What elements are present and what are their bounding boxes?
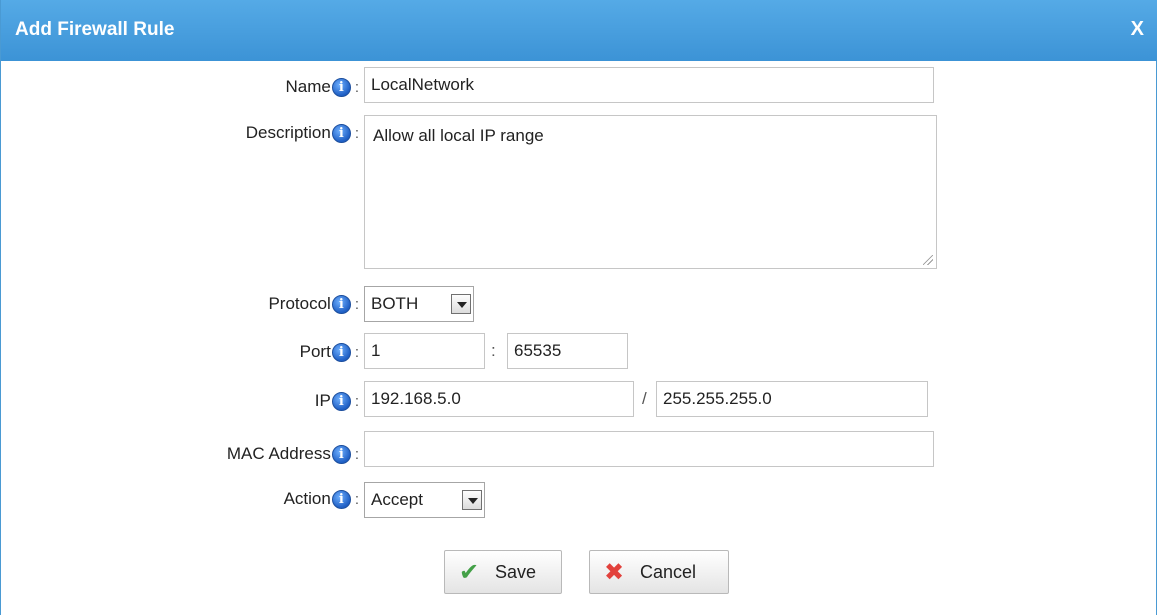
port-label-row: Port i : <box>61 339 359 365</box>
colon: : <box>354 124 359 142</box>
description-label: Description <box>245 123 331 142</box>
colon: : <box>354 295 359 313</box>
colon: : <box>354 392 359 410</box>
port-from-input[interactable] <box>364 333 485 369</box>
info-icon[interactable]: i <box>331 391 351 411</box>
colon: : <box>354 78 359 96</box>
cancel-button[interactable]: ✖ Cancel <box>589 550 729 594</box>
port-separator: : <box>491 341 496 360</box>
cross-icon: ✖ <box>603 558 625 586</box>
port-to-input[interactable] <box>507 333 628 369</box>
protocol-value: BOTH <box>371 294 419 313</box>
info-icon[interactable]: i <box>331 123 351 143</box>
dialog-titlebar: Add Firewall Rule X <box>1 0 1157 61</box>
info-icon[interactable]: i <box>331 444 351 464</box>
info-icon[interactable]: i <box>331 489 351 509</box>
checkmark-icon: ✔ <box>458 558 480 586</box>
protocol-select[interactable]: BOTH <box>364 286 474 322</box>
name-input[interactable] <box>364 67 934 103</box>
close-button[interactable]: X <box>1131 18 1144 41</box>
colon: : <box>354 445 359 463</box>
protocol-label: Protocol <box>268 294 331 313</box>
save-button-label: Save <box>495 561 537 582</box>
chevron-down-icon[interactable] <box>462 490 482 510</box>
resize-grip-icon[interactable] <box>923 255 933 265</box>
mac-address-label: MAC Address <box>226 444 331 463</box>
add-firewall-rule-dialog: Add Firewall Rule X Name i : Description… <box>0 0 1157 615</box>
chevron-down-icon[interactable] <box>451 294 471 314</box>
mac-label-row: MAC Address i : <box>61 441 359 467</box>
cancel-button-label: Cancel <box>640 561 697 582</box>
action-label-row: Action i : <box>61 486 359 512</box>
protocol-label-row: Protocol i : <box>61 291 359 317</box>
ip-separator: / <box>642 389 647 408</box>
mac-address-input[interactable] <box>364 431 934 467</box>
port-label: Port <box>299 342 331 361</box>
description-textarea[interactable]: Allow all local IP range <box>364 115 937 269</box>
name-label: Name <box>285 77 331 96</box>
ip-address-input[interactable] <box>364 381 634 417</box>
action-label: Action <box>283 489 331 508</box>
info-icon[interactable]: i <box>331 294 351 314</box>
action-select[interactable]: Accept <box>364 482 485 518</box>
action-value: Accept <box>371 490 423 509</box>
colon: : <box>354 490 359 508</box>
ip-mask-input[interactable] <box>656 381 928 417</box>
info-icon[interactable]: i <box>331 77 351 97</box>
description-label-row: Description i : <box>61 120 359 146</box>
info-icon[interactable]: i <box>331 342 351 362</box>
ip-label: IP <box>314 391 331 410</box>
ip-label-row: IP i : <box>61 388 359 414</box>
save-button[interactable]: ✔ Save <box>444 550 562 594</box>
colon: : <box>354 343 359 361</box>
dialog-title: Add Firewall Rule <box>15 19 175 40</box>
name-label-row: Name i : <box>61 74 359 100</box>
